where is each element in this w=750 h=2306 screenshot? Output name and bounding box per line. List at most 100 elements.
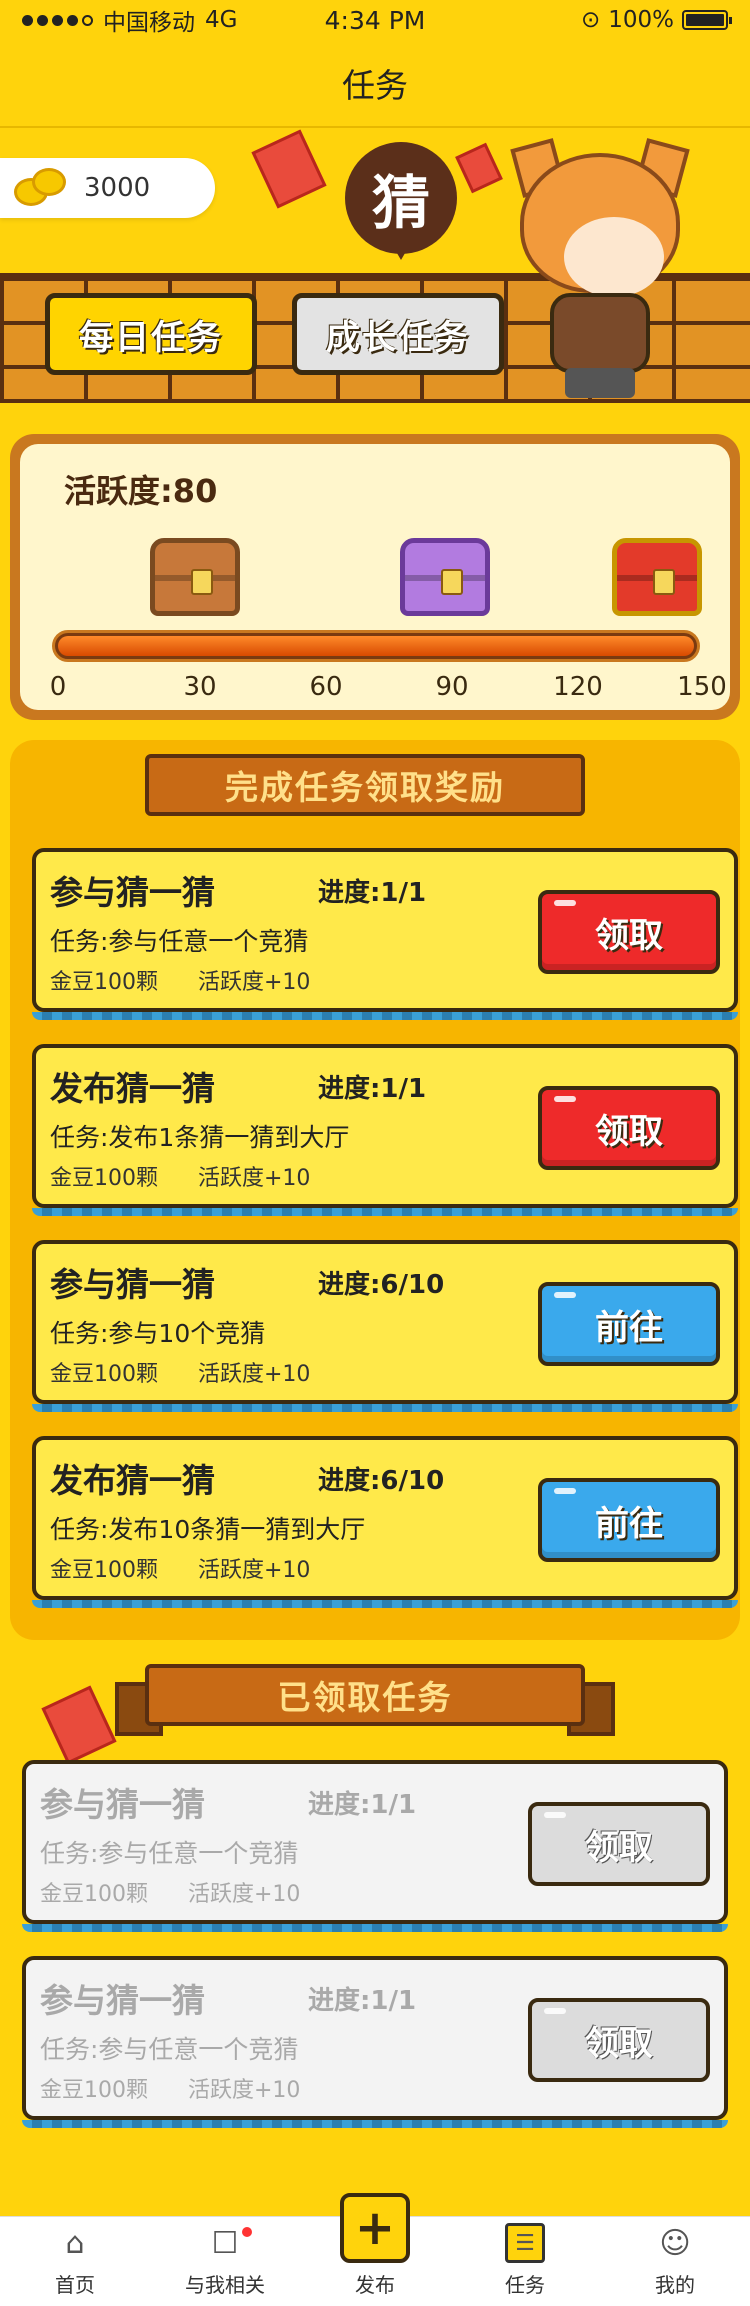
- task-desc: 任务:发布10条猜一猜到大厅: [50, 1515, 366, 1544]
- task-name: 参与猜一猜: [40, 1981, 205, 2020]
- reward-coins: 金豆100颗: [40, 1882, 148, 1907]
- reward-coins: 金豆100颗: [40, 2078, 148, 2103]
- task-progress: 进度:1/1: [308, 1790, 417, 1820]
- battery-percent: 100%: [608, 7, 674, 33]
- task-card: 参与猜一猜 进度:1/1 任务:参与任意一个竞猜 金豆100颗 活跃度+10 领取: [32, 848, 738, 1020]
- task-reward: 金豆100颗 活跃度+10: [50, 1552, 310, 1584]
- tab-label: 首页: [55, 2273, 95, 2297]
- claimed-button: 领取: [528, 1998, 710, 2082]
- tick-label: 120: [553, 672, 603, 702]
- task-progress: 进度:1/1: [318, 1074, 427, 1104]
- task-reward: 金豆100颗 活跃度+10: [50, 1356, 310, 1388]
- page-title: 任务: [342, 66, 408, 105]
- user-icon: ☺: [659, 2225, 691, 2261]
- tasks-panel: 完成任务领取奖励 参与猜一猜 进度:1/1 任务:参与任意一个竞猜 金豆100颗…: [10, 740, 740, 1640]
- task-progress: 进度:6/10: [318, 1466, 445, 1496]
- red-envelope-icon: [455, 142, 503, 194]
- task-desc: 任务:发布1条猜一猜到大厅: [50, 1123, 350, 1152]
- activity-panel: 活跃度:80 0 30 60 90 120 150: [10, 434, 740, 720]
- reward-activity: 活跃度+10: [188, 1882, 301, 1907]
- task-desc: 任务:参与10个竞猜: [50, 1319, 266, 1348]
- cat-mascot-icon: [510, 138, 690, 403]
- status-left: 中国移动 4G: [22, 3, 237, 37]
- task-card: 发布猜一猜 进度:1/1 任务:发布1条猜一猜到大厅 金豆100颗 活跃度+10 …: [32, 1044, 738, 1216]
- reward-coins: 金豆100颗: [50, 1166, 158, 1191]
- activity-title: 活跃度:80: [64, 472, 218, 510]
- task-card: 参与猜一猜 进度:6/10 任务:参与10个竞猜 金豆100颗 活跃度+10 前往: [32, 1240, 738, 1412]
- red-envelope-icon: [41, 1685, 117, 1765]
- signal-icon: [22, 14, 93, 26]
- claim-button[interactable]: 领取: [538, 1086, 720, 1170]
- tab-me[interactable]: ☺ 我的: [600, 2217, 750, 2306]
- coins-icon: [14, 166, 70, 210]
- chat-icon: ☐: [211, 2225, 239, 2261]
- task-desc: 任务:参与任意一个竞猜: [40, 1839, 299, 1868]
- nav-bar: 任务: [0, 40, 750, 128]
- claimed-task-card: 参与猜一猜 进度:1/1 任务:参与任意一个竞猜 金豆100颗 活跃度+10 领取: [22, 1760, 728, 1932]
- task-reward: 金豆100颗 活跃度+10: [50, 1160, 310, 1192]
- tab-home[interactable]: ⌂ 首页: [0, 2217, 150, 2306]
- reward-activity: 活跃度+10: [198, 970, 311, 995]
- task-name: 参与猜一猜: [50, 873, 215, 912]
- complete-section-title: 完成任务领取奖励: [115, 754, 615, 826]
- coin-balance: 3000: [0, 158, 215, 218]
- go-button[interactable]: 前往: [538, 1282, 720, 1366]
- claimed-section-title: 已领取任务: [115, 1664, 615, 1736]
- tab-related[interactable]: ☐ 与我相关: [150, 2217, 300, 2306]
- task-card: 发布猜一猜 进度:6/10 任务:发布10条猜一猜到大厅 金豆100颗 活跃度+1…: [32, 1436, 738, 1608]
- task-progress: 进度:6/10: [318, 1270, 445, 1300]
- task-progress: 进度:1/1: [318, 878, 427, 908]
- reward-activity: 活跃度+10: [188, 2078, 301, 2103]
- coin-count: 3000: [84, 173, 151, 203]
- task-name: 参与猜一猜: [40, 1785, 205, 1824]
- claimed-button: 领取: [528, 1802, 710, 1886]
- reward-coins: 金豆100颗: [50, 1362, 158, 1387]
- bronze-chest-icon[interactable]: [125, 513, 275, 653]
- claim-button[interactable]: 领取: [538, 890, 720, 974]
- tab-label: 我的: [655, 2273, 695, 2297]
- red-envelope-icon: [251, 129, 327, 209]
- tab-label: 发布: [355, 2273, 395, 2297]
- task-reward: 金豆100颗 活跃度+10: [40, 2072, 300, 2104]
- status-bar: 中国移动 4G 4:34 PM ⊙ 100%: [0, 0, 750, 40]
- tab-post[interactable]: + 发布: [300, 2193, 450, 2306]
- tick-label: 30: [183, 672, 217, 702]
- go-button[interactable]: 前往: [538, 1478, 720, 1562]
- plus-icon: +: [340, 2193, 410, 2263]
- activity-progress-fill: [58, 636, 694, 656]
- task-name: 发布猜一猜: [50, 1069, 215, 1108]
- tick-label: 90: [435, 672, 469, 702]
- purple-chest-icon[interactable]: [400, 538, 490, 616]
- battery-icon: [682, 10, 732, 30]
- task-name: 参与猜一猜: [50, 1265, 215, 1304]
- reward-activity: 活跃度+10: [198, 1558, 311, 1583]
- task-desc: 任务:参与任意一个竞猜: [50, 927, 309, 956]
- task-reward: 金豆100颗 活跃度+10: [40, 1876, 300, 1908]
- network-type: 4G: [205, 7, 238, 33]
- tick-label: 60: [309, 672, 343, 702]
- tab-label: 任务: [505, 2273, 545, 2297]
- tab-growth-tasks[interactable]: 成长任务: [292, 293, 504, 375]
- task-list-icon: ☰: [505, 2223, 545, 2263]
- activity-progress-bar: [52, 630, 700, 662]
- reward-coins: 金豆100颗: [50, 1558, 158, 1583]
- bottom-tab-bar: ⌂ 首页 ☐ 与我相关 + 发布 ☰ 任务 ☺ 我的: [0, 2193, 750, 2306]
- tab-label: 与我相关: [185, 2273, 265, 2297]
- claimed-task-card: 参与猜一猜 进度:1/1 任务:参与任意一个竞猜 金豆100颗 活跃度+10 领取: [22, 1956, 728, 2128]
- task-reward: 金豆100颗 活跃度+10: [50, 964, 310, 996]
- reward-coins: 金豆100颗: [50, 970, 158, 995]
- task-progress: 进度:1/1: [308, 1986, 417, 2016]
- activity-ticks: 0 30 60 90 120 150: [50, 672, 727, 708]
- gold-chest-icon[interactable]: [612, 538, 702, 616]
- reward-activity: 活跃度+10: [198, 1166, 311, 1191]
- tick-label: 0: [49, 672, 67, 702]
- tab-tasks[interactable]: ☰ 任务: [450, 2217, 600, 2306]
- carrier: 中国移动: [103, 10, 195, 36]
- reward-activity: 活跃度+10: [198, 1362, 311, 1387]
- guess-badge: 猜: [345, 142, 457, 260]
- task-desc: 任务:参与任意一个竞猜: [40, 2035, 299, 2064]
- notification-dot: [242, 2227, 252, 2237]
- task-name: 发布猜一猜: [50, 1461, 215, 1500]
- tab-daily-tasks[interactable]: 每日任务: [45, 293, 257, 375]
- rotation-lock-icon: ⊙: [580, 7, 601, 33]
